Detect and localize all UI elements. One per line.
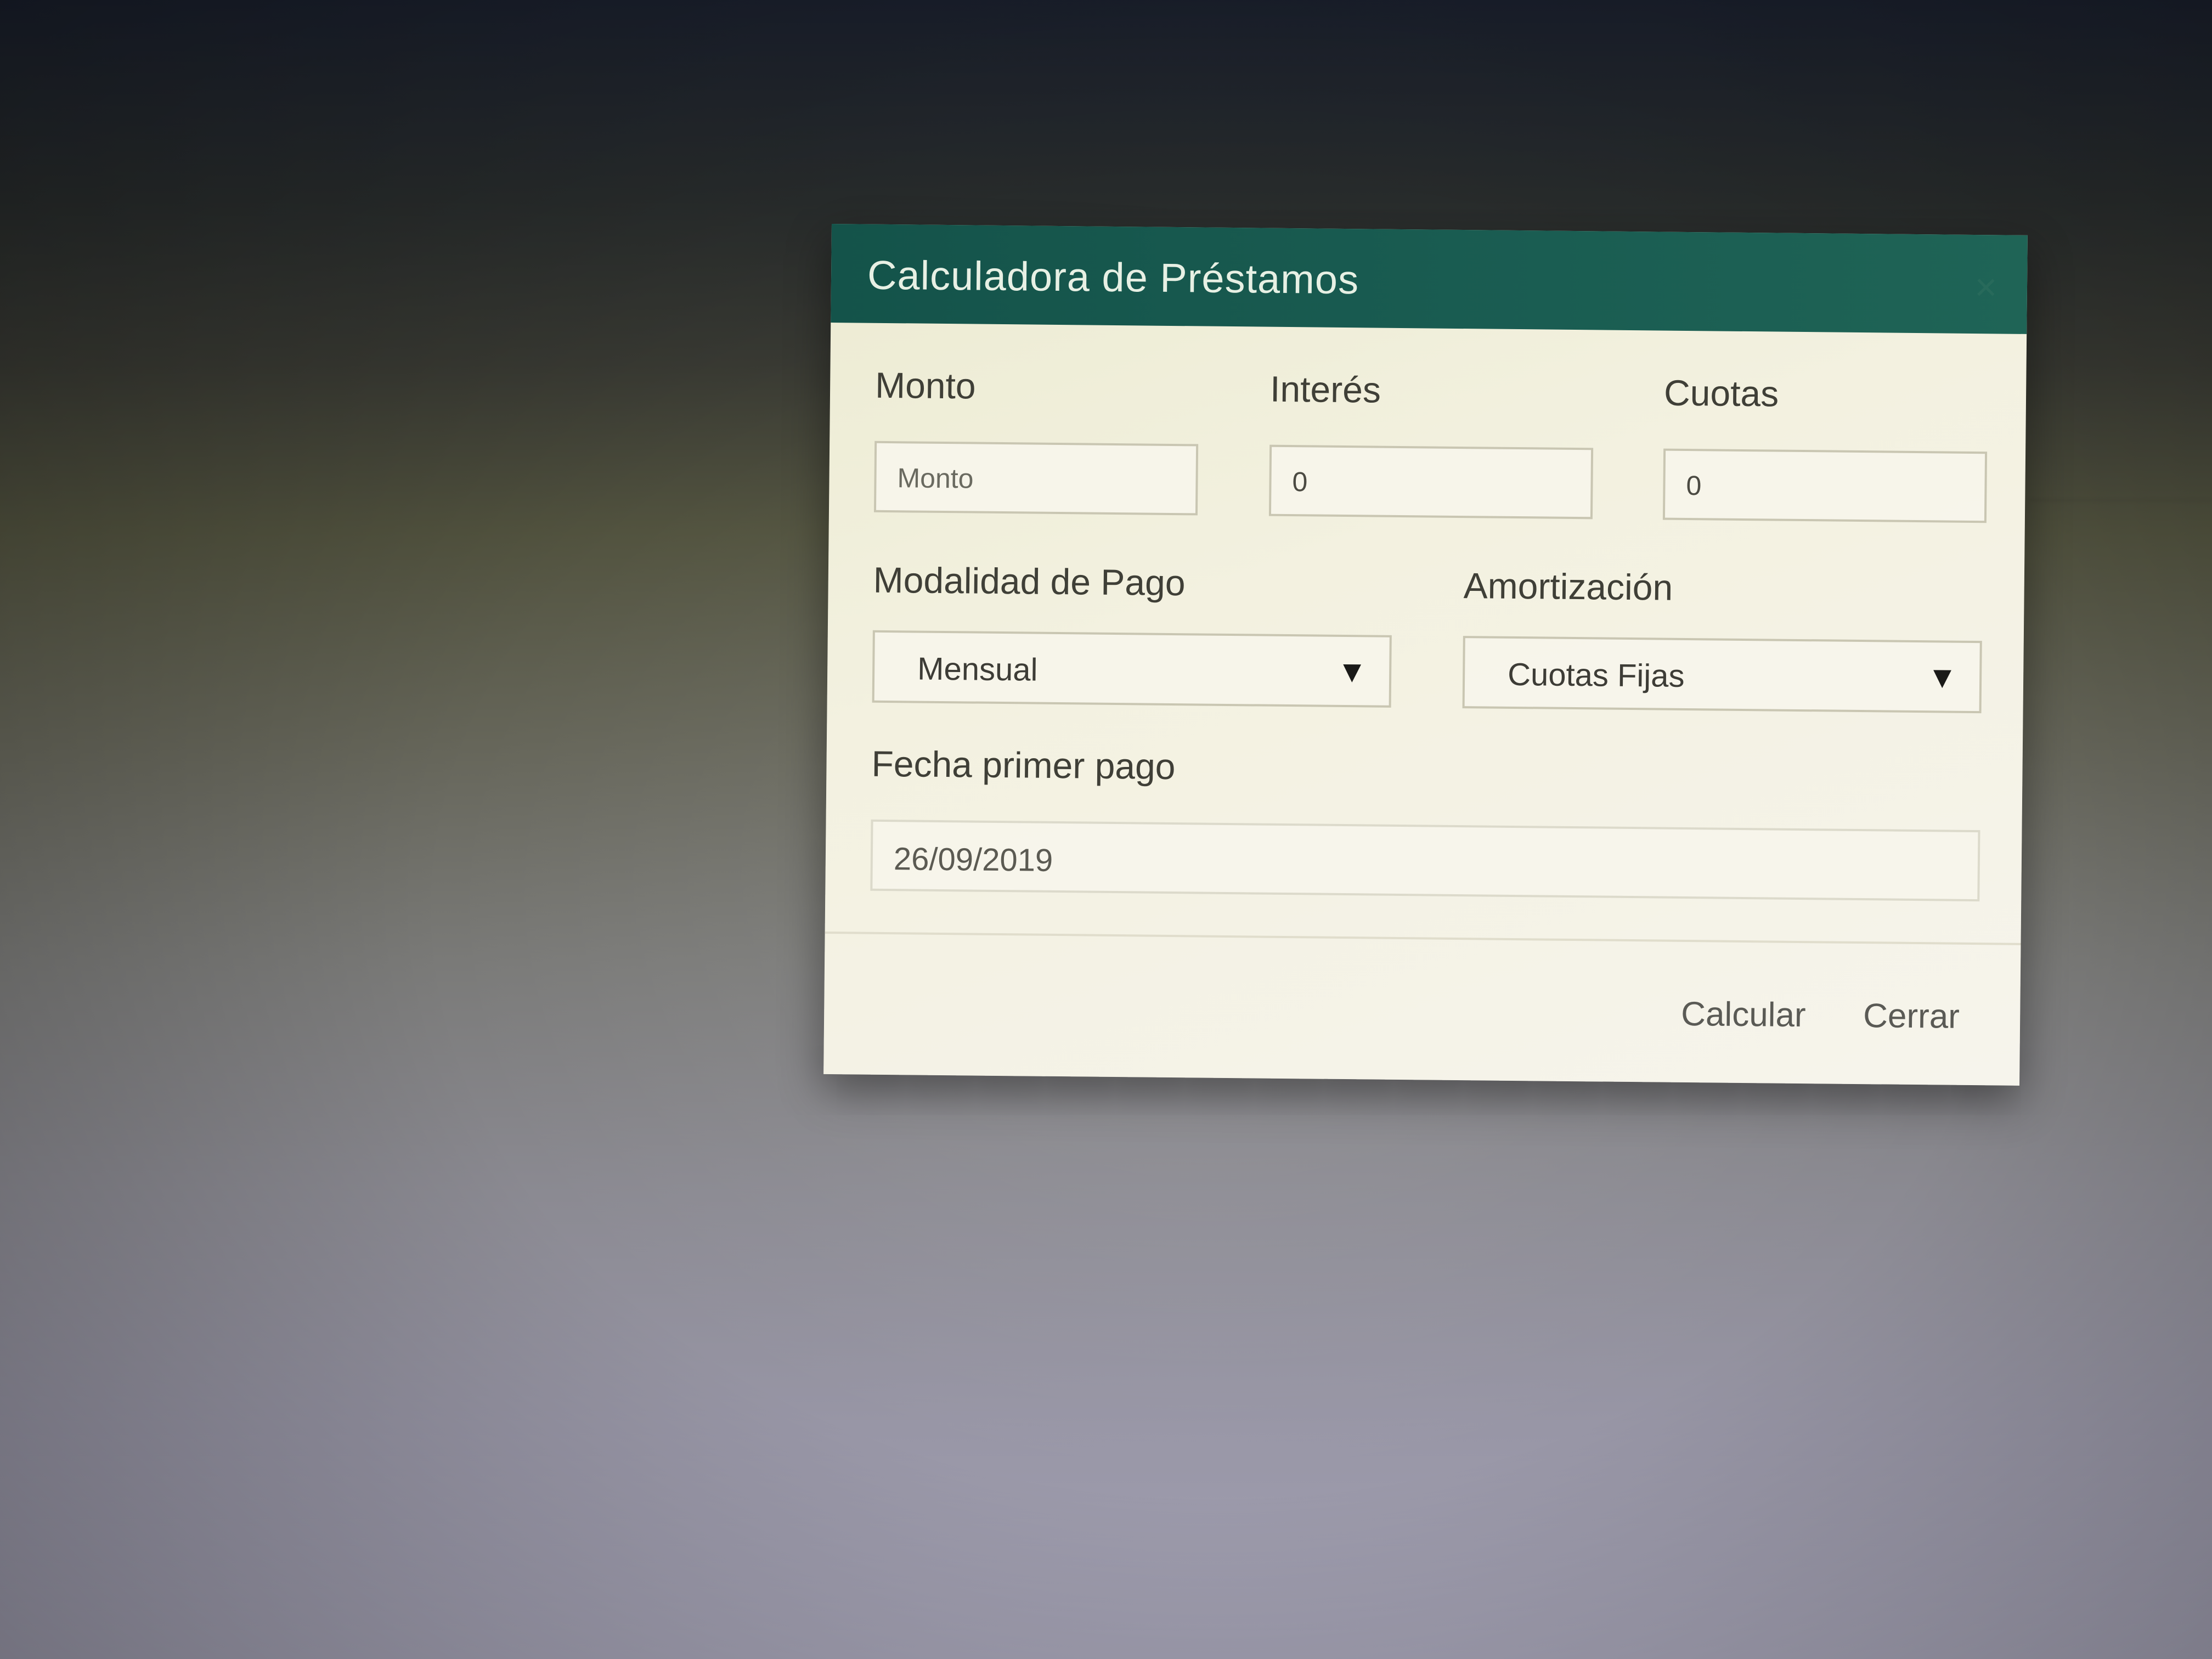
loan-calculator-modal: Calculadora de Préstamos × Monto Interés…	[823, 224, 2028, 1086]
modalidad-pago-select[interactable]: Mensual ▼	[872, 630, 1392, 708]
modal-header: Calculadora de Préstamos ×	[831, 224, 2028, 334]
dropdown-caret-icon: ▼	[1336, 653, 1368, 689]
interes-label: Interés	[1269, 368, 1381, 410]
cuotas-input[interactable]: 0	[1662, 448, 1988, 523]
interes-input[interactable]: 0	[1268, 444, 1594, 520]
monto-input[interactable]: Monto	[873, 441, 1199, 516]
modalidad-pago-selected: Mensual	[917, 651, 1038, 688]
cuotas-value: 0	[1686, 470, 1702, 501]
cerrar-button[interactable]: Cerrar	[1854, 991, 1969, 1042]
fecha-primer-pago-input[interactable]: 26/09/2019	[870, 819, 1980, 902]
fecha-primer-pago-value: 26/09/2019	[893, 841, 1053, 878]
amortizacion-selected: Cuotas Fijas	[1507, 656, 1685, 694]
fecha-primer-pago-label: Fecha primer pago	[871, 743, 1176, 787]
background-divider	[2030, 499, 2212, 501]
calcular-button[interactable]: Calcular	[1672, 989, 1815, 1040]
footer-divider	[825, 931, 2021, 945]
cuotas-label: Cuotas	[1663, 372, 1779, 414]
amortizacion-label: Amortización	[1463, 565, 1673, 608]
modalidad-pago-label: Modalidad de Pago	[873, 559, 1186, 603]
modal-title: Calculadora de Préstamos	[867, 252, 1359, 303]
interes-value: 0	[1292, 466, 1308, 498]
dropdown-caret-icon: ▼	[1927, 659, 1958, 695]
monto-placeholder: Monto	[897, 462, 974, 494]
amortizacion-select[interactable]: Cuotas Fijas ▼	[1462, 636, 1982, 714]
close-icon[interactable]: ×	[1967, 266, 2006, 308]
monto-label: Monto	[874, 364, 976, 407]
